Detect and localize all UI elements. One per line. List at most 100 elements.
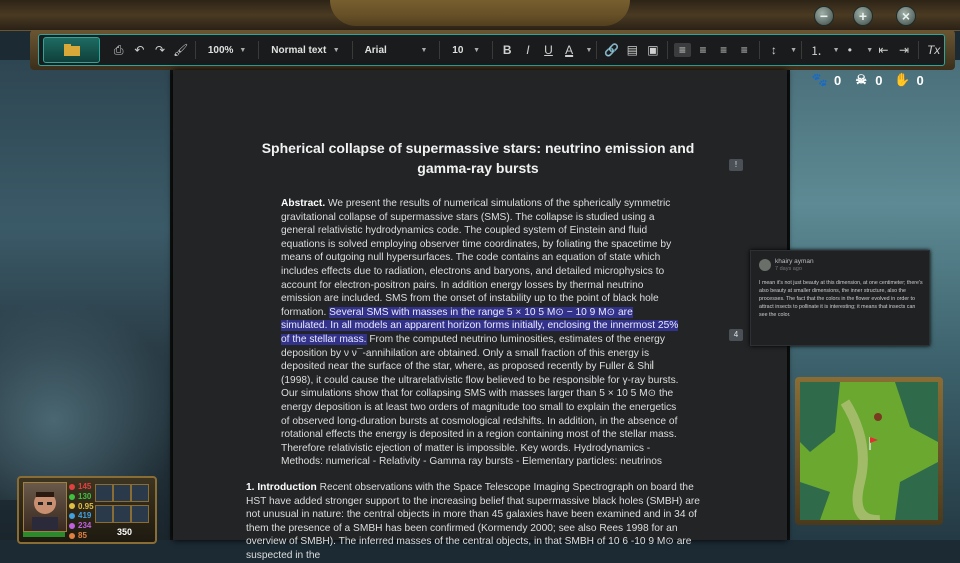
numbered-list-icon[interactable]: ⒈ xyxy=(808,42,825,59)
stat-row: 145 xyxy=(69,482,94,492)
stat-value: 419 xyxy=(78,511,92,521)
chevron-down-icon[interactable]: ▼ xyxy=(866,47,873,54)
align-left-icon[interactable]: ≡ xyxy=(674,43,691,57)
game-counters: 🐾 0 ☠ 0 ✋ 0 xyxy=(812,72,936,88)
toolbar-divider xyxy=(918,41,920,59)
comment-card[interactable]: khairy ayman 7 days ago I mean it's not … xyxy=(750,250,930,346)
counter-value: 0 xyxy=(834,72,842,88)
avatar xyxy=(759,259,771,271)
toolbar-divider xyxy=(492,41,493,59)
health-bar xyxy=(23,532,65,537)
stat-row: 0.95 xyxy=(69,502,94,512)
home-button[interactable] xyxy=(43,37,101,63)
close-button[interactable]: × xyxy=(896,6,916,26)
skull-icon: ☠ xyxy=(855,72,868,87)
comment-author: khairy ayman xyxy=(775,258,814,265)
stat-value: 85 xyxy=(78,530,87,540)
clear-formatting-button[interactable]: Tx xyxy=(925,43,942,57)
text-cursor-icon: I xyxy=(651,358,655,372)
comment-body: I mean it's not just beauty at this dime… xyxy=(759,280,923,318)
style-select[interactable]: Normal text ▼ xyxy=(265,45,345,56)
gold-amount: 350 xyxy=(117,527,133,537)
document-title: Spherical collapse of supermassive stars… xyxy=(261,140,695,176)
inventory-slot[interactable] xyxy=(95,505,113,523)
minimap[interactable] xyxy=(800,382,938,520)
underline-button[interactable]: U xyxy=(540,43,557,57)
player-portrait xyxy=(23,482,67,532)
redo-icon[interactable]: ↷ xyxy=(152,43,169,57)
zoom-select[interactable]: 100% ▼ xyxy=(202,45,253,56)
introduction-paragraph[interactable]: 1. Introduction Recent observations with… xyxy=(246,481,716,563)
font-select[interactable]: Arial ▼ xyxy=(359,45,434,56)
face-icon xyxy=(32,492,58,531)
inventory-slot[interactable] xyxy=(113,505,131,523)
stat-row: 130 xyxy=(69,492,94,502)
inventory-slot[interactable] xyxy=(113,484,131,502)
inventory-grid xyxy=(95,484,151,524)
counter-value: 0 xyxy=(875,72,883,88)
line-spacing-icon[interactable]: ↕ xyxy=(766,43,783,57)
paint-format-icon[interactable]: 🖌 xyxy=(172,43,189,57)
increase-indent-icon[interactable]: ⇥ xyxy=(896,43,913,57)
minimize-button[interactable]: − xyxy=(814,6,834,26)
introduction-heading: 1. Introduction xyxy=(246,482,317,493)
inventory-slot[interactable] xyxy=(131,505,149,523)
window-top-frame: − + × xyxy=(0,0,960,31)
stat-row: 234 xyxy=(69,521,94,531)
align-right-icon[interactable]: ≡ xyxy=(715,43,732,57)
stat-row: 85 xyxy=(69,531,94,541)
font-size-select[interactable]: 10 ▼ xyxy=(446,45,486,56)
bulleted-list-icon[interactable]: • xyxy=(842,43,859,57)
minimap-terrain xyxy=(800,382,938,520)
toolbar-divider xyxy=(667,41,669,59)
frame-ornament xyxy=(330,0,630,26)
counter-value: 0 xyxy=(916,72,924,88)
undo-icon[interactable]: ↶ xyxy=(131,43,148,57)
comment-marker[interactable]: ! xyxy=(729,159,743,171)
background-left-scenery xyxy=(0,60,180,540)
bold-button[interactable]: B xyxy=(499,43,516,57)
hand-icon: ✋ xyxy=(894,72,911,87)
stat-icon xyxy=(69,523,75,530)
link-icon[interactable]: 🔗 xyxy=(603,43,620,57)
italic-button[interactable]: I xyxy=(520,43,537,57)
stat-icon xyxy=(69,532,75,539)
paw-icon: 🐾 xyxy=(811,72,829,87)
toolbar-divider xyxy=(351,41,353,59)
decrease-indent-icon[interactable]: ⇤ xyxy=(875,43,892,57)
print-icon[interactable]: ⎙ xyxy=(110,43,127,58)
inventory-slot[interactable] xyxy=(131,484,149,502)
toolbar-divider xyxy=(801,41,802,59)
text-color-button[interactable]: A xyxy=(561,43,578,57)
style-value: Normal text xyxy=(271,44,327,56)
player-hud: 145 130 0.95 419 234 85 350 xyxy=(17,476,157,544)
counter-paw: 🐾 0 xyxy=(812,72,841,88)
abstract-text-continued: From the computed neutrino luminosities,… xyxy=(281,333,679,468)
counter-hand: ✋ 0 xyxy=(894,72,923,88)
stat-icon xyxy=(69,483,75,490)
chevron-down-icon[interactable]: ▼ xyxy=(585,47,592,54)
toolbar-divider xyxy=(596,41,598,59)
font-size-value: 10 xyxy=(452,44,464,56)
stat-icon xyxy=(69,503,75,510)
chevron-down-icon[interactable]: ▼ xyxy=(790,47,797,54)
comment-icon[interactable]: ▤ xyxy=(624,43,641,57)
stat-icon xyxy=(69,493,75,500)
home-folder-icon xyxy=(63,44,80,56)
stat-value: 145 xyxy=(78,482,92,491)
chevron-down-icon[interactable]: ▼ xyxy=(833,47,840,54)
toolbar-divider xyxy=(439,41,441,59)
comment-marker[interactable]: 4 xyxy=(729,329,743,341)
font-value: Arial xyxy=(364,44,387,56)
align-center-icon[interactable]: ≡ xyxy=(695,43,712,57)
stat-icon xyxy=(69,513,75,520)
inventory-slot[interactable] xyxy=(95,484,113,502)
image-icon[interactable]: ▣ xyxy=(645,43,662,57)
abstract-text: We present the results of numerical simu… xyxy=(281,198,672,318)
align-justify-icon[interactable]: ≡ xyxy=(736,43,753,57)
abstract-paragraph[interactable]: Abstract. We present the results of nume… xyxy=(281,197,681,469)
chevron-down-icon: ▼ xyxy=(332,46,340,54)
player-stats: 145 130 0.95 419 234 85 xyxy=(69,482,94,541)
maximize-button[interactable]: + xyxy=(853,6,873,26)
editor-toolbar: ⎙ ↶ ↷ 🖌 100% ▼ Normal text ▼ Arial ▼ 10 ▼ B … xyxy=(38,34,945,66)
